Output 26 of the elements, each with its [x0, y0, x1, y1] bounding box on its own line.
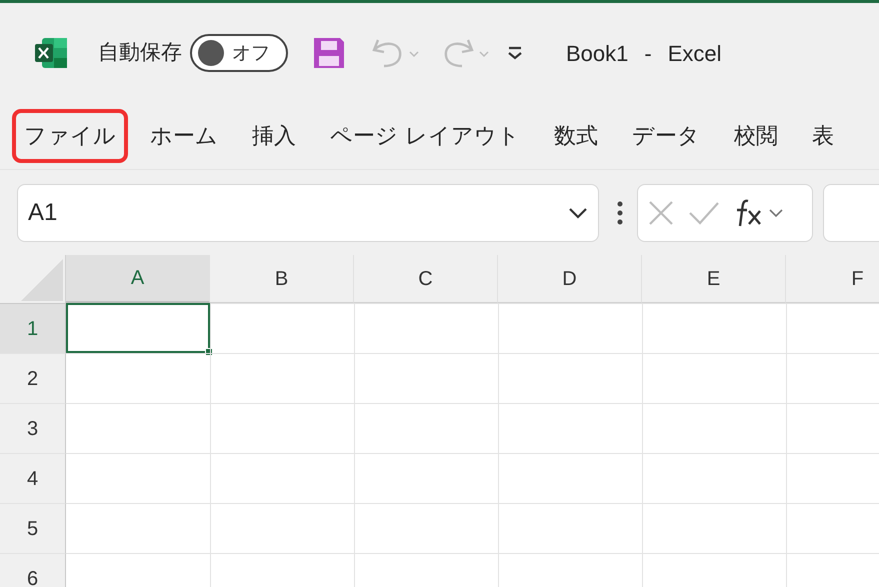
row-header[interactable]: 2: [0, 353, 66, 403]
app-name: Excel: [668, 40, 722, 68]
row-header[interactable]: 1: [0, 303, 66, 353]
column-header[interactable]: D: [498, 255, 642, 303]
ribbon-tab[interactable]: ページ レイアウト: [318, 109, 532, 163]
column-header[interactable]: C: [354, 255, 498, 303]
autosave-toggle[interactable]: オフ: [190, 34, 288, 72]
ribbon-tab[interactable]: 表: [800, 109, 846, 163]
document-title: Book1: [566, 40, 628, 68]
autosave-label: 自動保存: [98, 39, 182, 66]
column-header[interactable]: B: [210, 255, 354, 303]
name-box[interactable]: A1: [17, 184, 599, 242]
ribbon-tab[interactable]: データ: [620, 109, 712, 163]
ribbon-tab[interactable]: ホーム: [138, 109, 230, 163]
row-header[interactable]: 3: [0, 403, 66, 453]
ribbon-tab[interactable]: 校閲: [722, 109, 790, 163]
column-header[interactable]: F: [786, 255, 879, 303]
row-header[interactable]: 5: [0, 503, 66, 553]
column-header[interactable]: A: [66, 255, 210, 303]
column-header[interactable]: E: [642, 255, 786, 303]
title-separator: -: [644, 40, 652, 68]
row-header[interactable]: 6: [0, 553, 66, 587]
ribbon-tab[interactable]: 挿入: [240, 109, 308, 163]
ribbon-tab[interactable]: 数式: [542, 109, 610, 163]
ribbon-tab[interactable]: ファイル: [12, 109, 128, 163]
row-header[interactable]: 4: [0, 453, 66, 503]
